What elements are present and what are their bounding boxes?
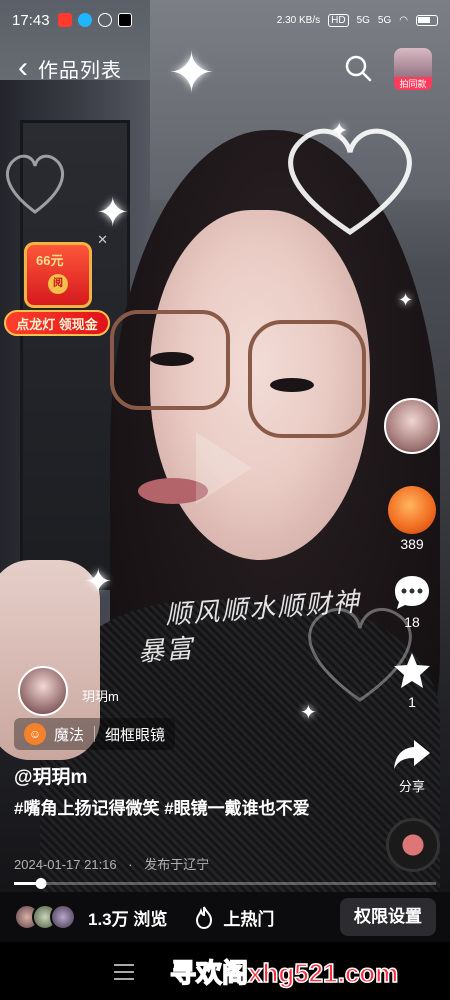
watermark-text: 寻欢阁xhg521.com [169,957,399,989]
battery-icon [416,14,438,26]
post-date: 2024-01-17 21:16 [14,857,117,872]
divider [94,726,96,742]
back-icon[interactable]: ‹ [18,53,28,83]
bell-icon [77,13,92,27]
glasses-right-lens [248,320,366,438]
sparkle-icon: ✦ [300,702,317,724]
promo-button[interactable]: 点龙灯 领现金 [4,310,110,336]
permission-settings-button[interactable]: 权限设置 [340,898,436,936]
bottom-bar: 1.3万 浏览 上热门 权限设置 [0,892,450,942]
overlay-text-line2: 暴富 [137,634,196,668]
sparkle-icon: ✦ [96,191,130,235]
favorite-action[interactable]: 1 [382,650,442,710]
view-count[interactable]: 1.3万 浏览 [88,905,167,930]
video-progress-bar[interactable] [14,878,436,889]
viewer-avatar [50,904,76,930]
magic-effect-tag[interactable]: ☺ 魔法 细框眼镜 [14,718,176,750]
close-icon[interactable]: ✕ [97,232,108,248]
page-title: 作品列表 [38,59,122,82]
wifi-icon: ◠ [399,14,408,26]
share-action[interactable]: 分享 [382,734,442,795]
comment-icon[interactable] [392,572,432,612]
comment-action[interactable]: 18 [382,572,442,630]
caption: #嘴角上扬记得微笑 #眼镜一戴谁也不爱 [14,795,334,822]
promo-amount: 66元 [36,253,64,268]
hashtag-1[interactable]: #嘴角上扬记得微笑 [14,799,159,818]
status-time: 17:43 [12,11,50,29]
author-row: 玥玥m [18,666,119,716]
progress-knob[interactable] [35,878,47,889]
tiktok-icon [117,13,132,27]
effect-name: 细框眼镜 [105,726,166,744]
magic-icon: ☺ [24,723,46,745]
dragon-like-icon[interactable] [388,486,436,534]
creator-avatar-container [382,398,442,454]
magic-label: 魔法 [54,726,85,744]
author-name[interactable]: 玥玥m [82,686,119,705]
same-style-button[interactable]: 拍同款 [394,48,432,90]
share-icon[interactable] [392,734,432,774]
promo-coin-icon: 阅 [48,274,68,294]
sparkle-icon: ✦ [398,290,414,310]
comment-count: 18 [404,614,420,630]
hashtag-2[interactable]: #眼镜一戴谁也不爱 [164,799,309,818]
boost-button[interactable]: 上热门 [193,905,274,930]
favorite-count: 1 [408,694,416,710]
flame-icon [196,906,213,929]
header: ‹ 作品列表 拍同款 [0,44,450,92]
play-icon[interactable] [196,432,252,504]
same-style-label: 拍同款 [394,77,432,90]
like-count: 389 [400,536,424,552]
star-icon[interactable] [392,650,432,690]
menu-icon[interactable] [114,964,134,980]
signal-5g-2: 5G [377,14,392,26]
heart-sticker-icon [288,128,412,236]
search-icon[interactable] [344,54,372,82]
signal-5g-1: 5G [356,14,370,26]
app-notification-icon [57,13,72,27]
status-bar: 17:43 2.30 KB/s HD 5G 5G ◠ [0,0,450,40]
glasses-left-lens [110,310,230,410]
post-meta: 2024-01-17 21:16 · 发布于辽宁 [14,854,209,873]
music-disc-icon[interactable] [386,818,440,872]
network-speed: 2.30 KB/s [276,14,321,26]
link-icon [97,13,112,27]
hd-badge-icon: HD [328,13,349,27]
share-label: 分享 [398,779,425,794]
creator-avatar[interactable] [384,398,440,454]
sparkle-icon: ✦ [84,563,113,601]
boost-label: 上热门 [223,909,275,929]
author-handle[interactable]: @玥玥m [14,762,87,789]
author-avatar[interactable] [18,666,68,716]
post-location: 发布于辽宁 [144,857,210,872]
meta-separator: · [128,857,133,872]
like-action[interactable]: 389 [382,486,442,552]
heart-outline-left-icon [6,154,64,214]
sparkle-icon: ✦ [330,118,349,143]
viewer-avatars[interactable] [14,904,76,930]
red-envelope-promo[interactable]: ✕ 66元 阅 点龙灯 领现金 [4,232,110,342]
